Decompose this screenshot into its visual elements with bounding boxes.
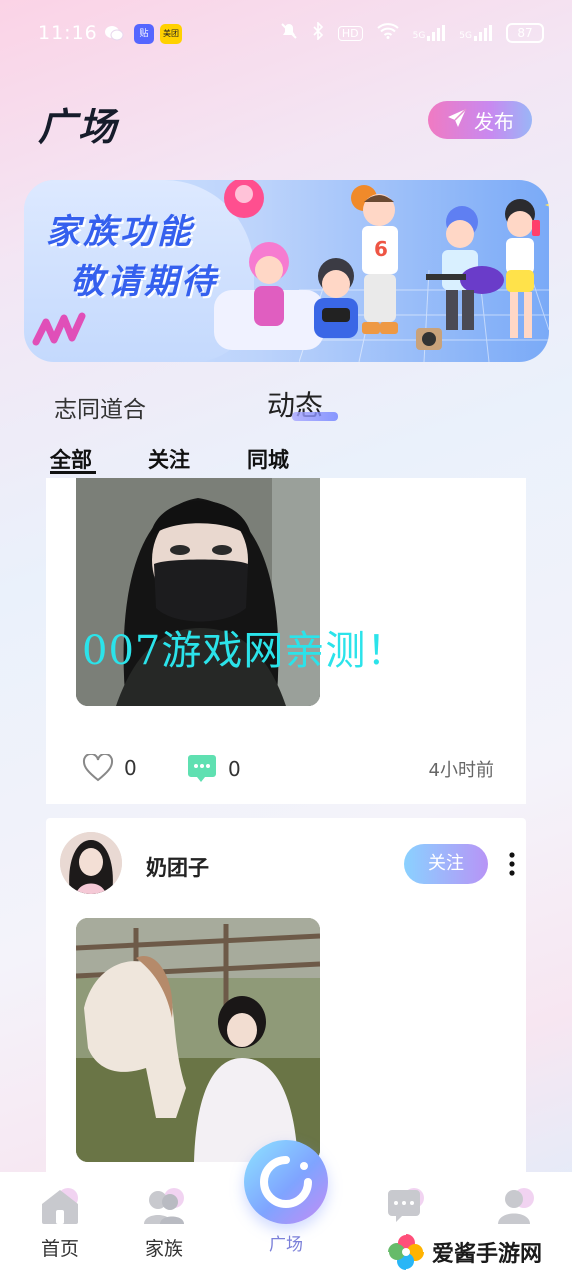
- squiggle-decoration: [32, 312, 86, 346]
- username[interactable]: 奶团子: [146, 852, 209, 882]
- like-action[interactable]: 0: [82, 754, 137, 782]
- subtab-indicator: [50, 471, 96, 474]
- signal-icon: 5G: [413, 25, 446, 41]
- subtab-all[interactable]: 全部: [50, 444, 92, 474]
- nav-plaza-button[interactable]: [244, 1140, 328, 1224]
- nav-messages[interactable]: [366, 1186, 446, 1230]
- nav-home[interactable]: 首页: [20, 1186, 100, 1261]
- nav-home-label: 首页: [40, 1238, 79, 1260]
- post-time: 4小时前: [428, 760, 494, 781]
- mute-icon: [280, 22, 298, 44]
- post-photo[interactable]: [76, 918, 320, 1162]
- avatar-image: [60, 832, 122, 894]
- subtab-same-city[interactable]: 同城: [247, 444, 289, 474]
- follow-button[interactable]: 关注: [404, 844, 488, 884]
- publish-button[interactable]: 发布: [428, 101, 532, 139]
- nav-plaza-label[interactable]: 广场: [258, 1230, 314, 1255]
- promo-banner[interactable]: 家族功能 敬请期待 6: [24, 180, 549, 362]
- wechat-icon: [104, 24, 124, 44]
- active-tab-indicator: [292, 412, 338, 421]
- publish-label: 发布: [474, 109, 514, 134]
- svg-text:6: 6: [374, 237, 388, 261]
- banner-line-1: 家族功能: [46, 212, 194, 252]
- tieba-app-icon: 贴: [134, 24, 154, 44]
- more-options-icon[interactable]: [508, 852, 516, 876]
- avatar[interactable]: [60, 832, 122, 894]
- status-time: 11:16: [38, 22, 98, 44]
- like-count: 0: [124, 756, 137, 780]
- meituan-app-icon: 美团: [160, 24, 182, 44]
- nav-family[interactable]: 家族: [124, 1186, 204, 1261]
- tab-like-minded[interactable]: 志同道合: [54, 390, 146, 424]
- heart-icon: [82, 754, 114, 782]
- status-bar: 11:16 贴 美团 HD 5G 5G 87: [0, 0, 572, 68]
- nav-family-label: 家族: [144, 1238, 183, 1260]
- wifi-icon: [376, 23, 399, 43]
- post-card[interactable]: 奶团子 关注: [46, 818, 526, 1178]
- site-watermark-text: 爱酱手游网: [432, 1242, 543, 1267]
- bluetooth-icon: [312, 21, 324, 44]
- paper-plane-icon: [446, 107, 468, 134]
- nav-profile[interactable]: [476, 1186, 556, 1230]
- page-title: 广场: [38, 105, 119, 149]
- comment-count: 0: [228, 757, 241, 781]
- status-indicators: HD 5G 5G 87: [280, 21, 544, 44]
- cartoon-characters-illustration: 6: [214, 180, 549, 350]
- comment-icon: [188, 755, 216, 782]
- home-icon: [42, 1188, 78, 1224]
- horse-photo-illustration: [76, 918, 320, 1162]
- banner-line-2: 敬请期待: [70, 262, 218, 302]
- pinwheel-logo-icon: [388, 1234, 424, 1270]
- family-icon: [144, 1188, 184, 1224]
- message-icon: [388, 1188, 424, 1222]
- post-card[interactable]: 007游戏网亲测！ 0 0 4小时前: [46, 478, 526, 804]
- plaza-icon: [260, 1156, 312, 1208]
- subtab-following[interactable]: 关注: [148, 444, 190, 474]
- comment-action[interactable]: 0: [186, 754, 241, 784]
- signal-icon-2: 5G: [459, 25, 492, 41]
- profile-icon: [498, 1188, 534, 1224]
- battery-indicator: 87: [506, 23, 544, 43]
- site-watermark: 爱酱手游网: [386, 1232, 542, 1272]
- watermark-text: 007游戏网亲测！: [82, 628, 408, 674]
- hd-badge: HD: [337, 25, 363, 41]
